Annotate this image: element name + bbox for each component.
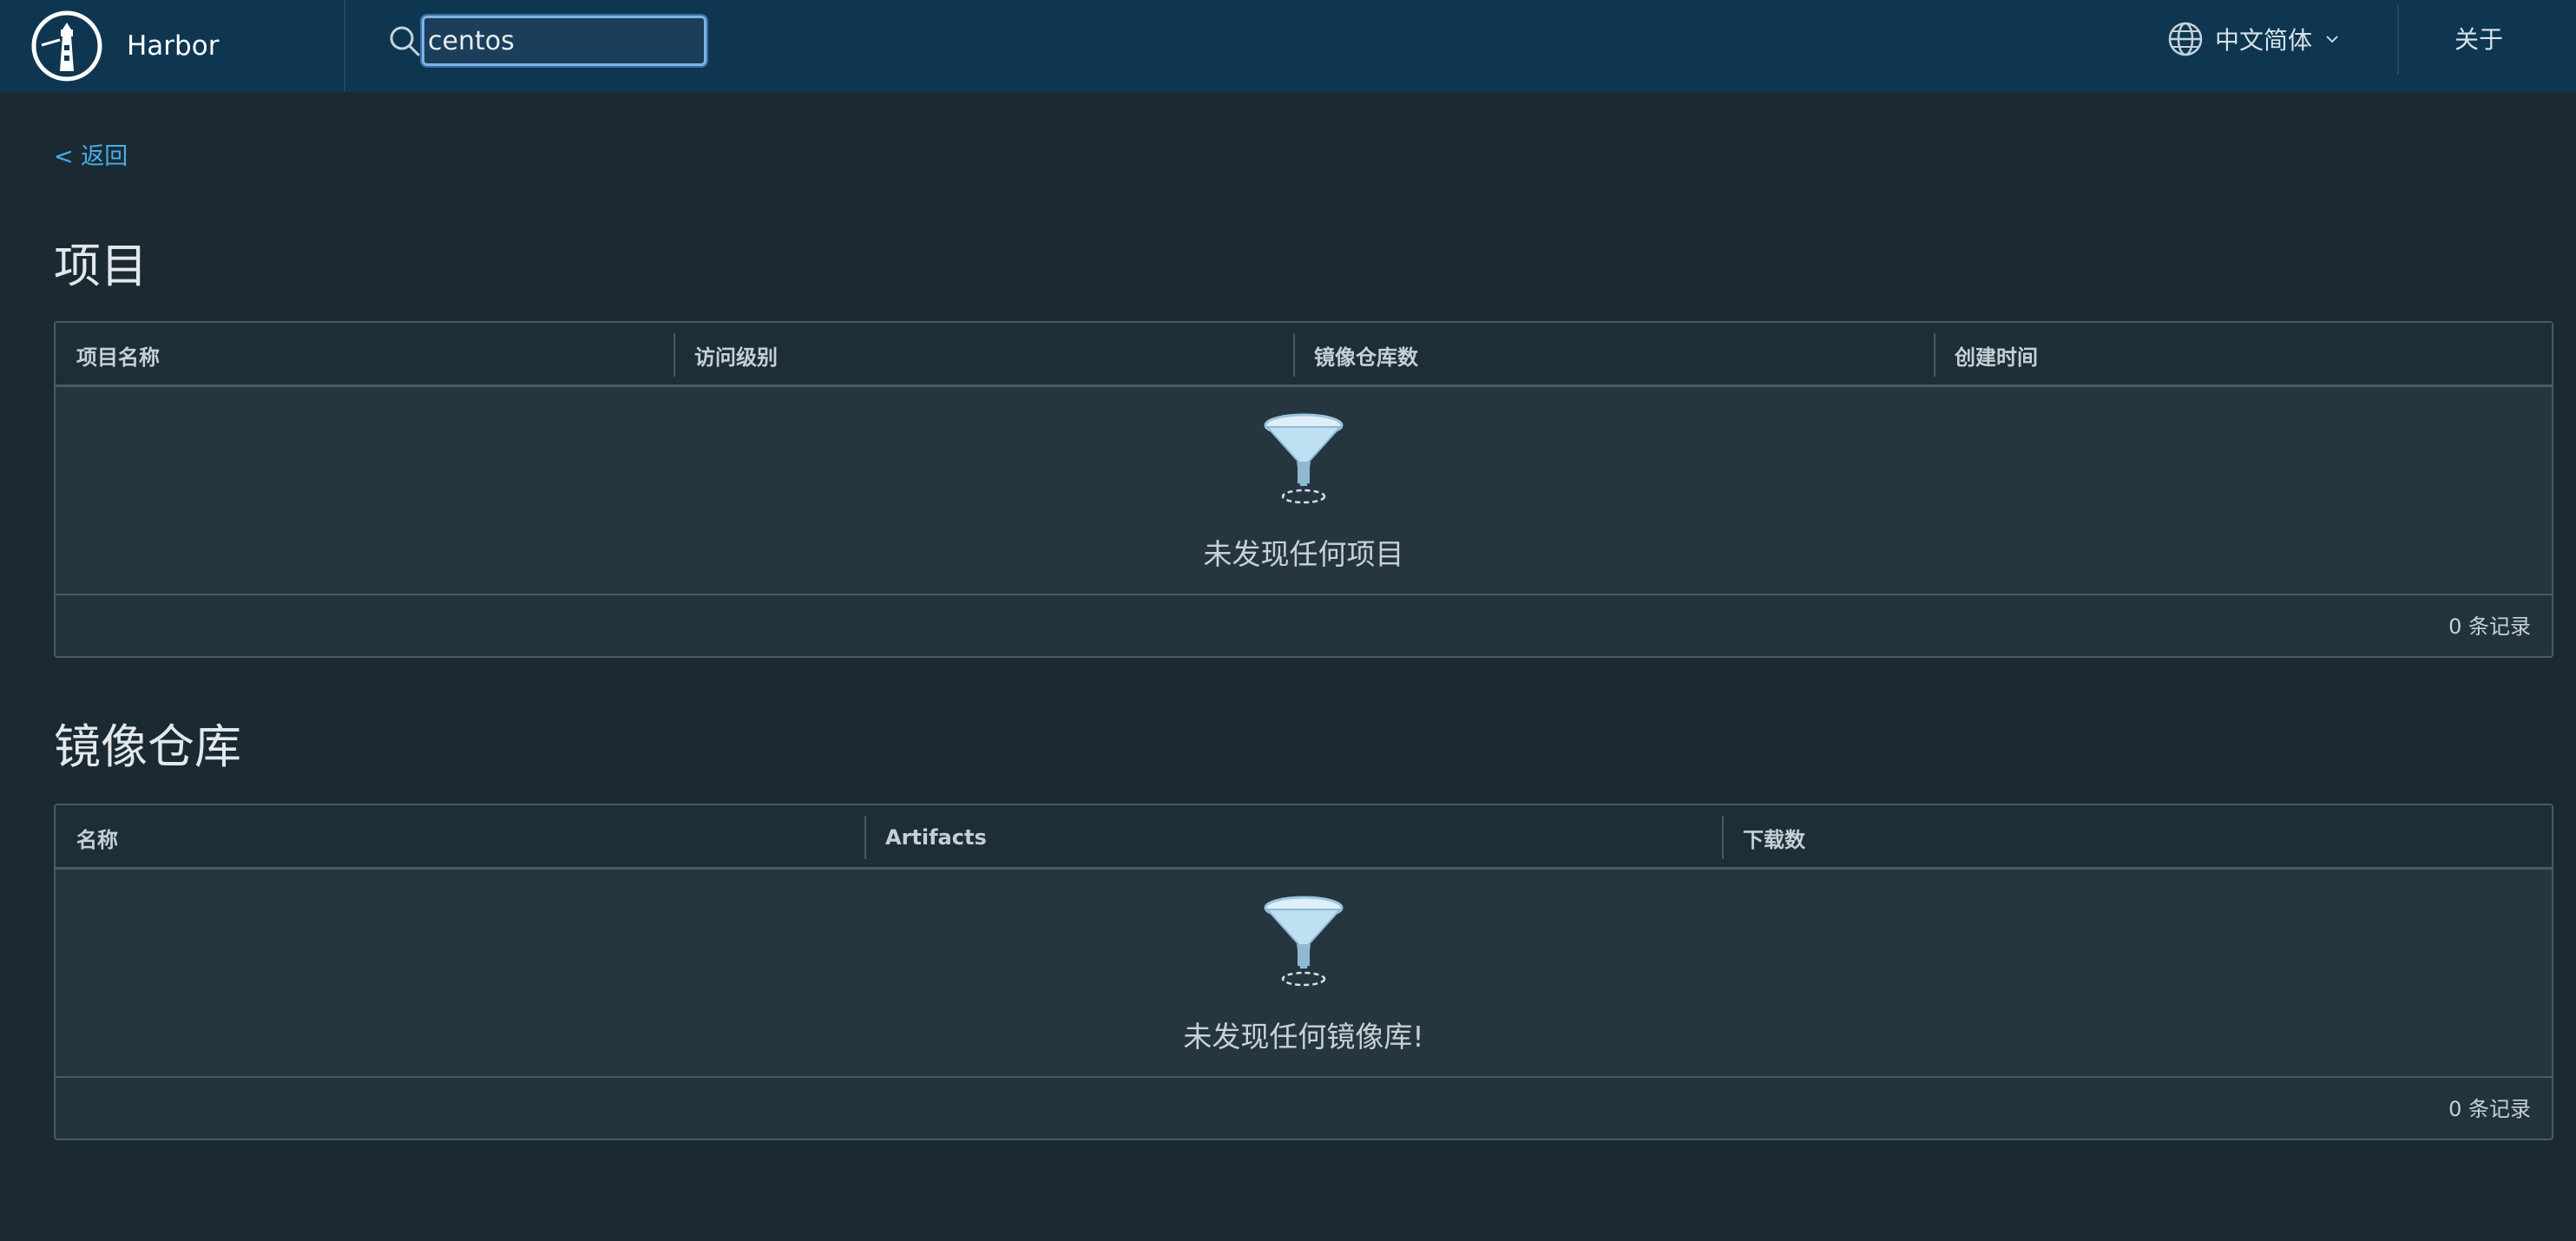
chevron-down-icon xyxy=(2326,36,2338,43)
repositories-grid: 名称 Artifacts 下载数 未发现任何镜像库! 0 条记录 xyxy=(54,804,2553,1140)
about-link[interactable]: 关于 xyxy=(2454,21,2503,56)
repositories-title: 镜像仓库 xyxy=(54,719,241,774)
projects-grid: 项目名称 访问级别 镜像仓库数 创建时间 未发现任何项目 0 条记录 xyxy=(54,321,2553,658)
header-divider xyxy=(2397,5,2399,75)
global-search xyxy=(387,16,706,66)
funnel-icon xyxy=(1264,413,1344,504)
language-label[interactable]: 中文简体 xyxy=(2215,22,2312,56)
column-header-creation-time[interactable]: 创建时间 xyxy=(1934,323,2552,387)
repositories-empty-text: 未发现任何镜像库! xyxy=(1183,1020,1424,1054)
globe-icon xyxy=(2168,22,2203,56)
projects-grid-header: 项目名称 访问级别 镜像仓库数 创建时间 xyxy=(56,323,2552,387)
projects-empty-text: 未发现任何项目 xyxy=(1203,537,1404,571)
repositories-grid-footer: 0 条记录 xyxy=(56,1078,2552,1135)
column-header-project-name[interactable]: 项目名称 xyxy=(56,323,674,387)
column-header-artifacts[interactable]: Artifacts xyxy=(864,805,1722,870)
column-header-pulls[interactable]: 下载数 xyxy=(1722,805,2552,870)
column-header-access-level[interactable]: 访问级别 xyxy=(674,323,1293,387)
projects-grid-footer: 0 条记录 xyxy=(56,595,2552,653)
funnel-icon xyxy=(1264,896,1344,987)
brand[interactable]: Harbor xyxy=(0,0,345,92)
repositories-grid-header: 名称 Artifacts 下载数 xyxy=(56,805,2552,870)
projects-record-count: 0 条记录 xyxy=(2448,614,2531,639)
search-input[interactable] xyxy=(422,16,706,66)
repositories-empty-state: 未发现任何镜像库! xyxy=(56,870,2552,1078)
top-header: Harbor 中文简体 关于 xyxy=(0,0,2576,92)
back-link[interactable]: < 返回 xyxy=(54,137,128,171)
harbor-logo-icon xyxy=(31,10,102,82)
brand-name[interactable]: Harbor xyxy=(127,30,219,62)
projects-empty-state: 未发现任何项目 xyxy=(56,387,2552,595)
column-header-repo-count[interactable]: 镜像仓库数 xyxy=(1293,323,1934,387)
column-header-name[interactable]: 名称 xyxy=(56,805,864,870)
language-selector[interactable]: 中文简体 xyxy=(2166,19,2340,59)
search-icon xyxy=(390,26,420,56)
repositories-record-count: 0 条记录 xyxy=(2448,1096,2531,1121)
projects-title: 项目 xyxy=(54,239,148,293)
